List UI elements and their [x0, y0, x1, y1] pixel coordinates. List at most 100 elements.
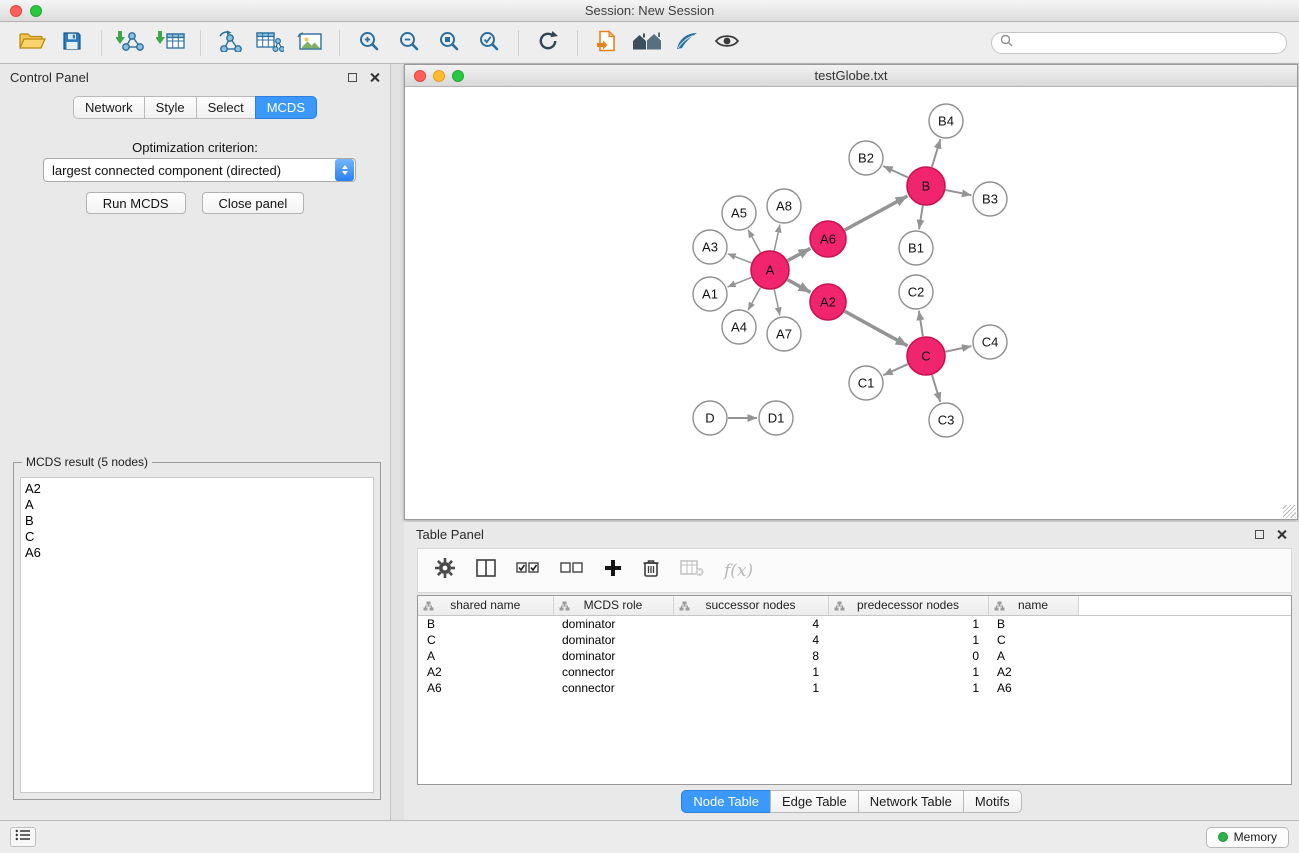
graph-edge-B-B4[interactable]	[932, 139, 941, 167]
run-mcds-button[interactable]: Run MCDS	[86, 192, 186, 214]
memory-button[interactable]: Memory	[1206, 827, 1289, 848]
tab-motifs[interactable]: Motifs	[963, 790, 1022, 813]
table-cell[interactable]: 1	[673, 664, 828, 680]
tab-mcds[interactable]: MCDS	[255, 96, 317, 119]
mcds-result-item[interactable]: C	[25, 529, 369, 545]
criterion-dropdown[interactable]: largest connected component (directed)	[43, 158, 356, 182]
table-row[interactable]: A6connector11A6	[418, 680, 1291, 696]
column-header-predecessor-nodes[interactable]: predecessor nodes	[828, 596, 988, 615]
tab-style[interactable]: Style	[144, 96, 197, 119]
table-row[interactable]: Adominator80A	[418, 648, 1291, 664]
delete-table-button[interactable]	[680, 559, 704, 582]
import-network-button[interactable]	[114, 26, 148, 60]
table-cell[interactable]: 1	[828, 632, 988, 648]
first-neighbors-button[interactable]	[590, 26, 624, 60]
table-cell[interactable]: connector	[553, 664, 673, 680]
new-network-button[interactable]	[213, 26, 247, 60]
graph-edge-B-B3[interactable]	[946, 190, 972, 195]
delete-row-button[interactable]	[642, 558, 660, 583]
network-minimize-button[interactable]	[433, 70, 445, 82]
close-panel-icon[interactable]	[1276, 529, 1287, 540]
graph-edge-A2-C[interactable]	[845, 311, 908, 346]
graph-edge-A-A6[interactable]	[788, 248, 811, 260]
graph-edge-B-B1[interactable]	[919, 206, 923, 230]
apply-style-button[interactable]	[670, 26, 704, 60]
table-cell[interactable]: 1	[828, 615, 988, 632]
float-panel-icon[interactable]	[1255, 530, 1264, 539]
task-history-button[interactable]	[10, 827, 36, 847]
mcds-result-item[interactable]: A	[25, 497, 369, 513]
close-window-button[interactable]	[10, 5, 22, 17]
network-window-titlebar[interactable]: testGlobe.txt	[405, 65, 1297, 87]
table-cell[interactable]: 8	[673, 648, 828, 664]
graph-edge-A-A2[interactable]	[788, 280, 811, 293]
table-cell[interactable]: A6	[418, 680, 553, 696]
graph-edge-A6-B[interactable]	[845, 196, 908, 230]
table-cell[interactable]: A2	[418, 664, 553, 680]
select-all-button[interactable]	[516, 560, 540, 581]
function-builder-button[interactable]: f(x)	[724, 561, 753, 581]
tab-network-table[interactable]: Network Table	[858, 790, 964, 813]
table-cell[interactable]: 0	[828, 648, 988, 664]
table-cell[interactable]: 4	[673, 632, 828, 648]
mcds-result-item[interactable]: A2	[25, 481, 369, 497]
graph-edge-C-C2[interactable]	[919, 311, 923, 336]
show-hide-button[interactable]	[710, 26, 744, 60]
tab-edge-table[interactable]: Edge Table	[770, 790, 859, 813]
table-cell[interactable]: A	[988, 648, 1078, 664]
table-row[interactable]: Bdominator41B	[418, 615, 1291, 632]
column-selector-button[interactable]	[476, 559, 496, 582]
table-cell[interactable]: dominator	[553, 615, 673, 632]
export-image-button[interactable]	[293, 26, 327, 60]
refresh-button[interactable]	[531, 26, 565, 60]
table-row[interactable]: Cdominator41C	[418, 632, 1291, 648]
graph-edge-A-A5[interactable]	[748, 230, 760, 253]
clear-selection-button[interactable]	[560, 560, 584, 581]
graph-edge-C-C3[interactable]	[932, 375, 940, 402]
mcds-result-item[interactable]: A6	[25, 545, 369, 561]
tab-node-table[interactable]: Node Table	[681, 790, 771, 813]
network-canvas[interactable]: B4B2BB3A5A8A6A3AB1A1A2C2A4A7C4CC1DD1C3	[405, 87, 1296, 519]
table-cell[interactable]: A6	[988, 680, 1078, 696]
float-panel-icon[interactable]	[348, 73, 357, 82]
table-cell[interactable]: dominator	[553, 648, 673, 664]
mcds-result-list[interactable]: A2ABCA6	[20, 477, 374, 793]
column-header-mcds-role[interactable]: MCDS role	[553, 596, 673, 615]
graph-edge-A-A1[interactable]	[728, 277, 752, 287]
home-button[interactable]	[630, 26, 664, 60]
table-cell[interactable]: 4	[673, 615, 828, 632]
save-session-button[interactable]	[55, 26, 89, 60]
table-cell[interactable]: 1	[828, 664, 988, 680]
table-cell[interactable]: B	[418, 615, 553, 632]
column-header-successor-nodes[interactable]: successor nodes	[673, 596, 828, 615]
graph-edge-A-A3[interactable]	[728, 254, 752, 263]
graph-edge-C-C4[interactable]	[946, 346, 972, 352]
column-header-name[interactable]: name	[988, 596, 1078, 615]
add-row-button[interactable]	[604, 559, 622, 582]
zoom-in-button[interactable]	[352, 26, 386, 60]
fullscreen-window-button[interactable]	[30, 5, 42, 17]
table-cell[interactable]: C	[418, 632, 553, 648]
graph-edge-A-A7[interactable]	[774, 290, 780, 316]
zoom-fit-button[interactable]	[432, 26, 466, 60]
graph-edge-C-C1[interactable]	[883, 364, 908, 375]
tab-network[interactable]: Network	[73, 96, 145, 119]
column-header-shared-name[interactable]: shared name	[418, 596, 553, 615]
table-cell[interactable]: A2	[988, 664, 1078, 680]
table-cell[interactable]: 1	[828, 680, 988, 696]
close-panel-button[interactable]: Close panel	[202, 192, 305, 214]
table-cell[interactable]: dominator	[553, 632, 673, 648]
open-session-button[interactable]	[15, 26, 49, 60]
window-resize-grip[interactable]	[1283, 505, 1296, 518]
search-input[interactable]	[1018, 36, 1278, 50]
tab-select[interactable]: Select	[196, 96, 256, 119]
network-close-button[interactable]	[414, 70, 426, 82]
import-table-button[interactable]	[154, 26, 188, 60]
graph-edge-B-B2[interactable]	[883, 166, 908, 178]
new-network-table-button[interactable]	[253, 26, 287, 60]
table-cell[interactable]: B	[988, 615, 1078, 632]
table-cell[interactable]: connector	[553, 680, 673, 696]
mcds-result-item[interactable]: B	[25, 513, 369, 529]
table-settings-button[interactable]	[434, 557, 456, 584]
table-cell[interactable]: C	[988, 632, 1078, 648]
